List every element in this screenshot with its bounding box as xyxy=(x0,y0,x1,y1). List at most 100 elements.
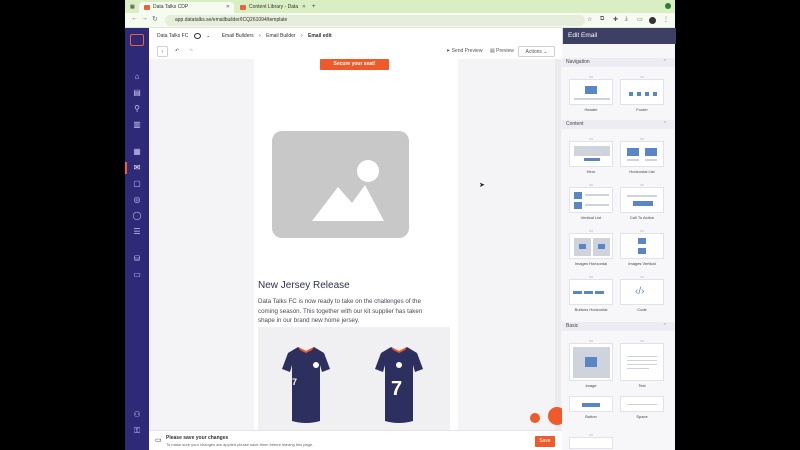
url-input[interactable]: app.datatalks.se/emailbuilder/ICQ261094/… xyxy=(165,15,585,26)
component-divider[interactable]: ▭ xyxy=(569,432,613,449)
contacts-icon[interactable]: ▤ xyxy=(132,88,142,98)
image-placeholder[interactable] xyxy=(272,131,409,238)
email-heading[interactable]: New Jersey Release xyxy=(258,280,350,291)
analytics-icon[interactable]: ▥ xyxy=(132,120,142,130)
component-label: Images Horizontal xyxy=(574,261,608,266)
save-button[interactable]: Save xyxy=(535,436,555,447)
redo-icon[interactable]: ↷ xyxy=(189,46,193,57)
undo-icon[interactable]: ↶ xyxy=(175,46,179,57)
send-preview-button[interactable]: ➤ Send Preview xyxy=(446,46,482,57)
email-cta-button[interactable]: Secure your seat! xyxy=(320,59,389,70)
chevron-up-icon[interactable]: ⌃ xyxy=(663,120,667,129)
crumb-email-edit: Email edit xyxy=(308,33,332,40)
mouse-cursor-icon: ➤ xyxy=(479,182,485,189)
breadcrumb: Data Talks FC ⌄ Email Builders › Email B… xyxy=(157,33,336,39)
help-icon[interactable] xyxy=(530,413,540,423)
lock-icon[interactable]: ⚿ xyxy=(132,426,142,436)
image-placeholder-icon xyxy=(312,160,384,221)
component-images-vertical[interactable]: ▭ Images Vertical xyxy=(620,228,664,266)
email-icon[interactable]: ✉ xyxy=(132,163,142,173)
component-thumb xyxy=(569,437,613,449)
editor-toolbar: ‹ ↶ ↷ ➤ Send Preview ▤ Preview Actions ⌄ xyxy=(149,44,562,59)
component-image[interactable]: ▭ Image xyxy=(569,338,613,388)
database-icon[interactable]: ⛁ xyxy=(132,254,142,264)
download-icon[interactable]: ⤓ xyxy=(625,16,628,23)
chevron-up-icon[interactable]: ⌃ xyxy=(663,58,667,67)
bookmark-star-icon[interactable]: ☆ xyxy=(587,16,592,23)
whatsapp-icon[interactable]: ◯ xyxy=(132,211,142,221)
section-basic[interactable]: Basic ⌃ xyxy=(562,322,675,331)
list-icon[interactable]: ☰ xyxy=(132,227,142,237)
back-arrow-icon[interactable]: ← xyxy=(131,15,138,22)
component-label: Footer xyxy=(636,107,648,112)
home-icon[interactable]: ⌂ xyxy=(132,72,142,82)
component-thumb xyxy=(620,233,664,259)
calendar-icon[interactable]: ▦ xyxy=(132,147,142,157)
crumb-email-builders[interactable]: Email Builders xyxy=(222,33,254,39)
component-thumb xyxy=(569,343,613,381)
menu-dots-icon[interactable]: ⋮ xyxy=(663,16,669,23)
chevron-down-icon[interactable]: ⌄ xyxy=(206,33,210,39)
jersey-number-left: 7 xyxy=(292,377,297,387)
monitor-icon: ▭ xyxy=(155,437,162,444)
component-space[interactable]: Space xyxy=(620,396,664,419)
component-call-to-action[interactable]: ▭ Call To Action xyxy=(620,182,664,220)
component-hero[interactable]: ▭ Hero xyxy=(569,136,613,174)
email-paragraph[interactable]: Data Talks FC is now ready to take on th… xyxy=(258,297,438,326)
push-icon[interactable]: ◎ xyxy=(132,195,142,205)
browser-tab-cdp[interactable]: Data Talks CDP ✕ xyxy=(139,2,234,13)
components-list[interactable]: Navigation ⌃ ▭ Header ▭ Footer Content ⌃ xyxy=(562,44,675,450)
canvas-scrollbar[interactable] xyxy=(555,59,561,430)
reload-icon[interactable]: ↻ xyxy=(152,15,158,23)
chevron-up-icon[interactable]: ⌃ xyxy=(663,322,667,331)
component-vertical-list[interactable]: ▭ Vertical List xyxy=(569,182,613,220)
component-header[interactable]: ▭ Header xyxy=(569,74,613,112)
forward-arrow-icon[interactable]: → xyxy=(141,15,148,22)
new-tab-button[interactable]: + xyxy=(311,2,319,13)
network-icon[interactable]: ⚲ xyxy=(132,104,142,114)
component-label: Images Vertical xyxy=(628,261,656,266)
tab-grid-icon[interactable]: ▦ xyxy=(129,2,137,13)
back-button[interactable]: ‹ xyxy=(157,46,168,57)
save-subtitle: To make sure your changes are applied pl… xyxy=(166,442,314,447)
crumb-email-builder[interactable]: Email Builder xyxy=(266,33,295,39)
component-thumb xyxy=(569,141,613,167)
jersey-right: 7 xyxy=(375,347,423,423)
component-button[interactable]: Button xyxy=(569,396,613,419)
send-icon: ➤ xyxy=(446,48,451,54)
component-thumb xyxy=(569,187,613,213)
component-code[interactable]: ▭ ‹/› Code xyxy=(620,274,664,312)
section-content[interactable]: Content ⌃ xyxy=(562,120,675,129)
component-horizontal-list[interactable]: ▭ Horizontal List xyxy=(620,136,664,174)
close-tab-icon[interactable]: ✕ xyxy=(226,2,230,13)
code-icon: ‹/› xyxy=(635,286,645,297)
favicon-icon xyxy=(240,5,246,10)
close-tab-icon[interactable]: ✕ xyxy=(302,2,306,13)
component-thumb xyxy=(620,141,664,167)
folder-icon[interactable]: ▭ xyxy=(132,270,142,280)
sidepanel-icon[interactable]: ▭ xyxy=(637,16,643,23)
profile-avatar[interactable] xyxy=(649,17,656,24)
app-sidebar: ⌂ ▤ ⚲ ▥ ▦ ✉ ▢ ◎ ◯ ☰ ⛁ ▭ ⚇ ⚿ xyxy=(125,28,149,450)
browser-tab-content-library[interactable]: Content Library - Data Talks ✕ xyxy=(235,2,310,21)
sms-icon[interactable]: ▢ xyxy=(132,179,142,189)
browser-tab-label: Data Talks CDP xyxy=(153,4,189,10)
actions-dropdown[interactable]: Actions ⌄ xyxy=(518,46,555,57)
user-settings-icon[interactable]: ⚇ xyxy=(132,410,142,420)
section-navigation[interactable]: Navigation ⌃ xyxy=(562,58,675,67)
jersey-image[interactable]: 7 7 xyxy=(258,327,450,430)
puzzle-icon[interactable]: ✚ xyxy=(613,16,618,23)
account-switch-icon[interactable] xyxy=(193,33,201,39)
component-thumb xyxy=(620,187,664,213)
component-text[interactable]: ▭ Text xyxy=(620,338,664,388)
component-footer[interactable]: ▭ Footer xyxy=(620,74,664,112)
component-thumb xyxy=(569,279,613,305)
component-label: Header xyxy=(584,107,598,112)
component-images-horizontal[interactable]: ▭ Images Horizontal xyxy=(569,228,613,266)
preview-button[interactable]: ▤ Preview xyxy=(490,46,514,57)
component-thumb xyxy=(620,343,664,381)
window-control-icon[interactable] xyxy=(665,3,671,9)
extension-icon[interactable]: ⧉ xyxy=(600,16,604,23)
component-buttons-horizontal[interactable]: ▭ Buttons Horizontal xyxy=(569,274,613,312)
browser-tab-bar: ▦ Data Talks CDP ✕ Content Library - Dat… xyxy=(125,0,675,21)
